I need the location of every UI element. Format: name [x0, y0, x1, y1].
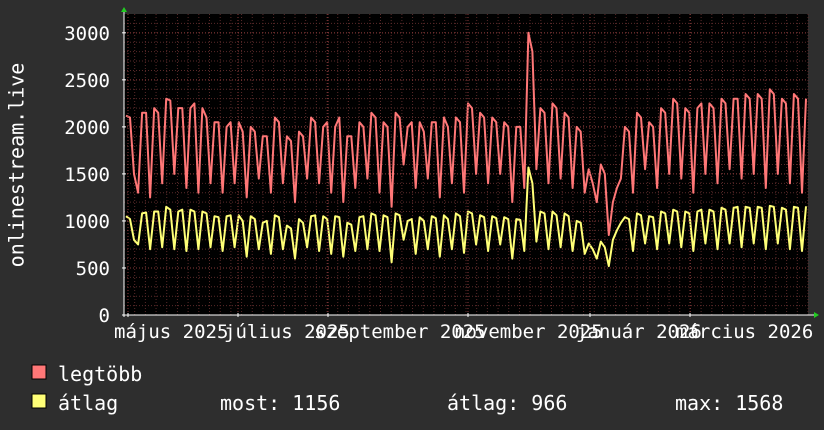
y-tick-label: 3000 — [64, 23, 110, 45]
y-axis-label: onlinestream.live — [5, 63, 29, 268]
legend-label-legtobb: legtöbb — [58, 362, 142, 386]
y-tick-label: 1500 — [64, 164, 110, 186]
x-tick-label: március 2026 — [676, 321, 813, 343]
legend-swatch-legtobb — [31, 364, 47, 380]
stat-max: max: 1568 — [675, 391, 783, 415]
y-tick-label: 2000 — [64, 117, 110, 139]
y-tick-label: 500 — [76, 258, 110, 280]
x-tick-label: május 2025 — [114, 321, 228, 343]
stat-most: most: 1156 — [220, 391, 340, 415]
y-tick-label: 2500 — [64, 70, 110, 92]
plot-area — [124, 14, 809, 316]
legend-swatch-atlag — [31, 393, 47, 409]
y-tick-label: 1000 — [64, 211, 110, 233]
y-tick-label: 0 — [99, 305, 110, 327]
legend-label-atlag: átlag — [58, 391, 118, 415]
stat-atlag: átlag: 966 — [447, 391, 567, 415]
traffic-chart: 050010001500200025003000május 2025július… — [0, 0, 824, 430]
